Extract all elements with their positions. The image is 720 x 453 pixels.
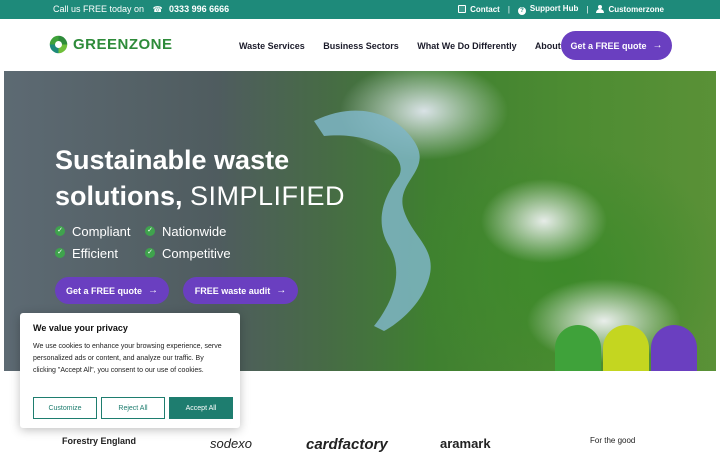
feature-compliant: ✓ Compliant: [55, 224, 145, 239]
cookie-buttons: Customize Reject All Accept All: [33, 397, 233, 419]
help-icon: ?: [517, 7, 526, 15]
checkmark-icon: ✓: [145, 248, 155, 258]
customerzone-link[interactable]: Customerzone: [596, 5, 664, 14]
arrow-right-icon: →: [148, 285, 158, 296]
main-navbar: GREENZONE Waste Services Business Sector…: [0, 19, 720, 71]
primary-nav: Waste Services Business Sectors What We …: [239, 41, 591, 51]
call-label: Call us FREE today on: [53, 4, 145, 14]
feature-efficient: ✓ Efficient: [55, 246, 145, 261]
nav-waste-services[interactable]: Waste Services: [239, 41, 305, 51]
cookie-title: We value your privacy: [33, 323, 128, 333]
brand-name: GREENZONE: [73, 36, 173, 53]
user-icon: [596, 5, 605, 13]
nav-business-sectors[interactable]: Business Sectors: [323, 41, 399, 51]
cookie-consent-banner: We value your privacy We use cookies to …: [20, 313, 240, 428]
feature-competitive: ✓ Competitive: [145, 246, 235, 261]
reject-all-button[interactable]: Reject All: [101, 397, 165, 419]
arrow-right-icon: →: [652, 40, 663, 51]
lime-blob-decoration: [603, 325, 649, 371]
client-logo-for-the-good: For the good: [590, 436, 636, 445]
hero-get-quote-button[interactable]: Get a FREE quote →: [55, 277, 169, 304]
client-logo-sodexo: sodexo: [210, 436, 252, 451]
hero-headline-line1: Sustainable waste: [55, 145, 290, 175]
phone-icon: ☎: [152, 5, 163, 14]
green-blob-decoration: [555, 325, 601, 371]
client-logo-aramark: aramark: [440, 436, 491, 451]
support-hub-link[interactable]: ? Support Hub: [517, 4, 578, 15]
hero-headline-simplified: SIMPLIFIED: [190, 181, 346, 211]
hero-headline-bold: solutions,: [55, 181, 183, 211]
header-get-quote-label: Get a FREE quote: [570, 40, 647, 51]
top-utility-bar: Call us FREE today on ☎ 0333 996 6666 Co…: [0, 0, 720, 19]
purple-blob-decoration: [651, 325, 697, 371]
accept-all-button[interactable]: Accept All: [169, 397, 233, 419]
recycle-logo-icon: [49, 35, 68, 54]
envelope-icon: [458, 5, 467, 13]
client-logo-cardfactory: cardfactory: [306, 436, 388, 453]
separator: |: [507, 5, 510, 14]
phone-number-link[interactable]: 0333 996 6666: [169, 4, 229, 14]
contact-link[interactable]: Contact: [458, 5, 500, 14]
client-logos: Forestry England sodexo cardfactory aram…: [0, 432, 720, 453]
checkmark-icon: ✓: [55, 248, 65, 258]
client-logo-forestry-england: Forestry England: [62, 436, 137, 446]
call-us-text: Call us FREE today on ☎ 0333 996 6666: [53, 4, 229, 14]
checkmark-icon: ✓: [55, 226, 65, 236]
header-get-quote-button[interactable]: Get a FREE quote →: [561, 31, 672, 60]
utility-links: Contact | ? Support Hub | Customerzone: [458, 4, 664, 15]
feature-list: ✓ Compliant ✓ Nationwide ✓ Efficient ✓ Compe…: [55, 220, 235, 264]
customize-button[interactable]: Customize: [33, 397, 97, 419]
feature-nationwide: ✓ Nationwide: [145, 224, 235, 239]
cookie-text: We use cookies to enhance your browsing …: [33, 343, 222, 374]
separator: |: [586, 5, 589, 14]
free-waste-audit-button[interactable]: FREE waste audit →: [183, 277, 298, 304]
checkmark-icon: ✓: [145, 226, 155, 236]
nav-what-we-do-differently[interactable]: What We Do Differently: [417, 41, 516, 51]
river-image-decoration: [314, 110, 431, 331]
hero-headline: Sustainable waste solutions, SIMPLIFIED: [55, 142, 345, 214]
greenzone-logo[interactable]: GREENZONE: [48, 34, 173, 55]
arrow-right-icon: →: [276, 285, 287, 296]
